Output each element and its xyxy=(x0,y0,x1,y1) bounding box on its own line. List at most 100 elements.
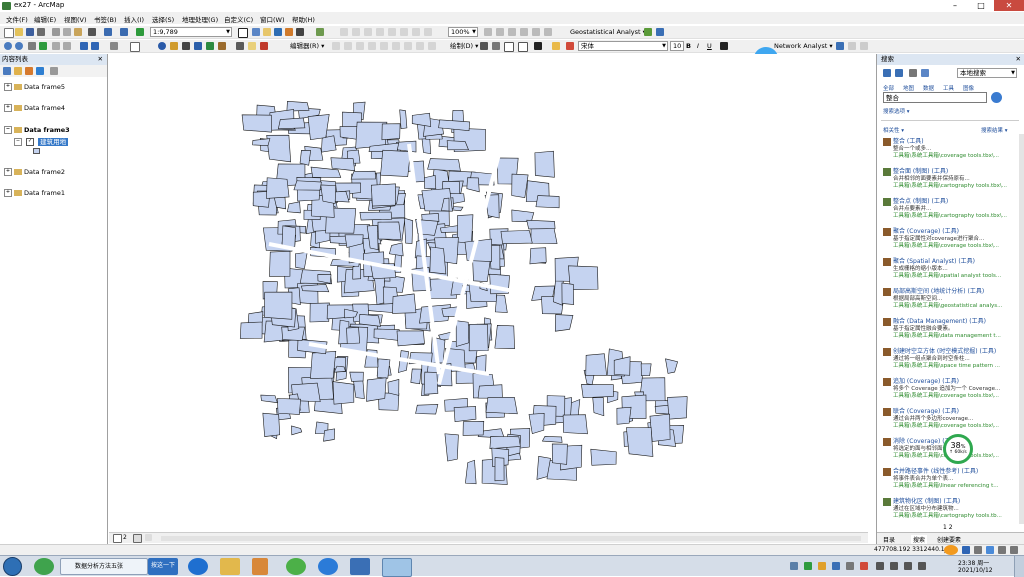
building-parcel[interactable] xyxy=(592,397,605,417)
building-parcel[interactable] xyxy=(353,378,365,400)
search-result-item[interactable]: 追加 (Coverage) (工具) 将多个 Coverage 追加为一个 Cov… xyxy=(881,376,1016,406)
settings-icon[interactable] xyxy=(1010,546,1018,554)
search-result-item[interactable]: 局部高斯空间 (地统计分析) (工具) 根据局部高斯空间... 工具箱\系统工具箱\… xyxy=(881,286,1016,316)
delete-icon[interactable] xyxy=(88,28,96,36)
font-combo[interactable]: 宋体 ▼ xyxy=(578,41,668,51)
fixed-zoom-in-icon[interactable] xyxy=(52,42,60,50)
building-parcel[interactable] xyxy=(500,230,533,244)
building-parcel[interactable] xyxy=(404,217,414,244)
layer-symbol-swatch[interactable] xyxy=(33,148,40,154)
result-path[interactable]: 工具箱\系统工具箱\cartography tools.tbx\... xyxy=(893,181,1015,189)
collapse-icon[interactable]: − xyxy=(14,138,22,146)
building-parcel[interactable] xyxy=(640,363,652,377)
forward-icon[interactable] xyxy=(895,69,903,77)
building-parcel[interactable] xyxy=(511,209,535,223)
app-icon[interactable] xyxy=(286,558,306,575)
pagination[interactable]: 1 2 xyxy=(943,524,953,531)
tab-create-features[interactable]: 创建要素 xyxy=(937,535,961,544)
toc-frame-3[interactable]: − Data frame3 xyxy=(4,126,70,134)
search-result-item[interactable]: 聚合 (Coverage) (工具) 基于指定属性对coverage进行聚合...… xyxy=(881,226,1016,256)
search-result-item[interactable]: 联合 (Coverage) (工具) 通过合并两个多边形coverage... 工具… xyxy=(881,406,1016,436)
search-scope-combo[interactable]: 本地搜索 ▼ xyxy=(957,68,1017,78)
viewer-icon[interactable] xyxy=(248,42,256,50)
building-parcel[interactable] xyxy=(320,184,336,204)
building-parcel[interactable] xyxy=(321,135,337,153)
building-parcel[interactable] xyxy=(427,158,461,172)
building-parcel[interactable] xyxy=(554,314,574,332)
full-extent-icon[interactable] xyxy=(39,42,47,50)
python-window-icon[interactable] xyxy=(296,28,304,36)
result-path[interactable]: 工具箱\系统工具箱\cartography tools.tbx\... xyxy=(893,211,1015,219)
keyboard-icon[interactable] xyxy=(998,546,1006,554)
tray-icon[interactable] xyxy=(860,562,868,570)
building-parcel[interactable] xyxy=(665,358,678,374)
identify-icon[interactable] xyxy=(158,42,166,50)
list-by-drawing-order-icon[interactable] xyxy=(3,67,11,75)
building-parcel[interactable] xyxy=(310,351,337,379)
toc-frame-2[interactable]: + Data frame2 xyxy=(4,168,65,176)
search-result-item[interactable]: 创建时空立方体 (时空模式挖掘) (工具) 通过将一组点聚合到时空条柱... 工具箱… xyxy=(881,346,1016,376)
app-360-icon[interactable] xyxy=(34,558,54,575)
result-path[interactable]: 工具箱\系统工具箱\coverage tools.tbx\... xyxy=(893,151,1015,159)
sort-relevance[interactable]: 相关性 ▾ xyxy=(883,126,904,134)
tray-icon[interactable] xyxy=(832,562,840,570)
menu-insert[interactable]: 插入(I) xyxy=(124,14,144,24)
building-parcel[interactable] xyxy=(387,379,400,396)
new-icon[interactable] xyxy=(4,28,14,38)
result-path[interactable]: 工具箱\系统工具箱\data management t... xyxy=(893,331,1015,339)
toc-layer-buildings[interactable]: − ✓ 建筑用地 xyxy=(14,136,69,146)
search-result-item[interactable]: 建筑物化区 (制图) (工具) 通过在区域中分布建筑物... 工具箱\系统工具箱\c… xyxy=(881,496,1016,526)
close-icon[interactable]: ✕ xyxy=(1016,54,1021,65)
select-elements-icon[interactable] xyxy=(130,42,140,52)
building-parcel[interactable] xyxy=(415,404,439,415)
search-result-item[interactable]: 聚合 (Spatial Analyst) (工具) 生成栅格的缩小版本... 工具箱… xyxy=(881,256,1016,286)
find-icon[interactable] xyxy=(206,42,214,50)
building-parcel[interactable] xyxy=(472,257,491,282)
create-viewer-icon[interactable] xyxy=(260,42,268,50)
go-to-xy-icon[interactable] xyxy=(218,42,226,50)
result-path[interactable]: 工具箱\系统工具箱\geostatistical analys... xyxy=(893,301,1015,309)
building-parcel[interactable] xyxy=(269,250,291,277)
options-icon[interactable] xyxy=(50,67,58,75)
building-parcel[interactable] xyxy=(332,381,355,405)
menu-customize[interactable]: 自定义(C) xyxy=(224,14,253,24)
result-path[interactable]: 工具箱\系统工具箱\coverage tools.tbx\... xyxy=(893,391,1015,399)
back-icon[interactable] xyxy=(80,42,88,50)
layout-tool-icon[interactable] xyxy=(520,28,528,36)
print-icon[interactable] xyxy=(37,28,45,36)
building-parcel[interactable] xyxy=(266,134,292,163)
building-parcel[interactable] xyxy=(455,320,470,347)
building-parcel[interactable] xyxy=(389,242,404,257)
ime-icon[interactable] xyxy=(962,546,970,554)
refresh-icon[interactable] xyxy=(145,534,152,541)
horizontal-scrollbar[interactable] xyxy=(161,536,861,541)
catalog-window-icon[interactable] xyxy=(263,28,271,36)
paste-icon[interactable] xyxy=(74,28,82,36)
search-result-item[interactable]: 合并路径事件 (线性参考) (工具) 将事件表合并为单个表... 工具箱\系统工具箱… xyxy=(881,466,1016,496)
draw-menu[interactable]: 绘制(D) ▾ xyxy=(450,42,478,51)
building-parcel[interactable] xyxy=(485,396,518,415)
building-parcel[interactable] xyxy=(396,330,425,347)
search-input[interactable]: 整合 xyxy=(883,92,987,103)
pan-icon[interactable] xyxy=(28,42,36,50)
building-parcel[interactable] xyxy=(494,457,505,482)
close-button[interactable]: ✕ xyxy=(994,0,1024,11)
building-parcel[interactable] xyxy=(377,221,402,240)
building-parcel[interactable] xyxy=(438,119,470,132)
measure-icon[interactable] xyxy=(194,42,202,50)
menu-bookmarks[interactable]: 书签(B) xyxy=(94,14,117,24)
building-parcel[interactable] xyxy=(295,251,308,269)
building-parcel[interactable] xyxy=(590,448,617,466)
data-view-icon[interactable] xyxy=(113,534,122,543)
result-path[interactable]: 工具箱\系统工具箱\cartography tools.tb... xyxy=(893,511,1015,519)
building-parcel[interactable] xyxy=(262,412,281,437)
building-parcel[interactable] xyxy=(281,225,296,248)
map-drawing[interactable] xyxy=(109,54,868,532)
list-by-source-icon[interactable] xyxy=(14,67,22,75)
building-parcel[interactable] xyxy=(241,114,272,133)
building-parcel[interactable] xyxy=(616,406,632,425)
building-parcel[interactable] xyxy=(477,384,503,399)
app-icon[interactable] xyxy=(350,558,370,575)
network-tool-icon[interactable] xyxy=(860,42,868,50)
taskbar-item-document[interactable]: 数据分析方法五张 xyxy=(60,558,148,575)
